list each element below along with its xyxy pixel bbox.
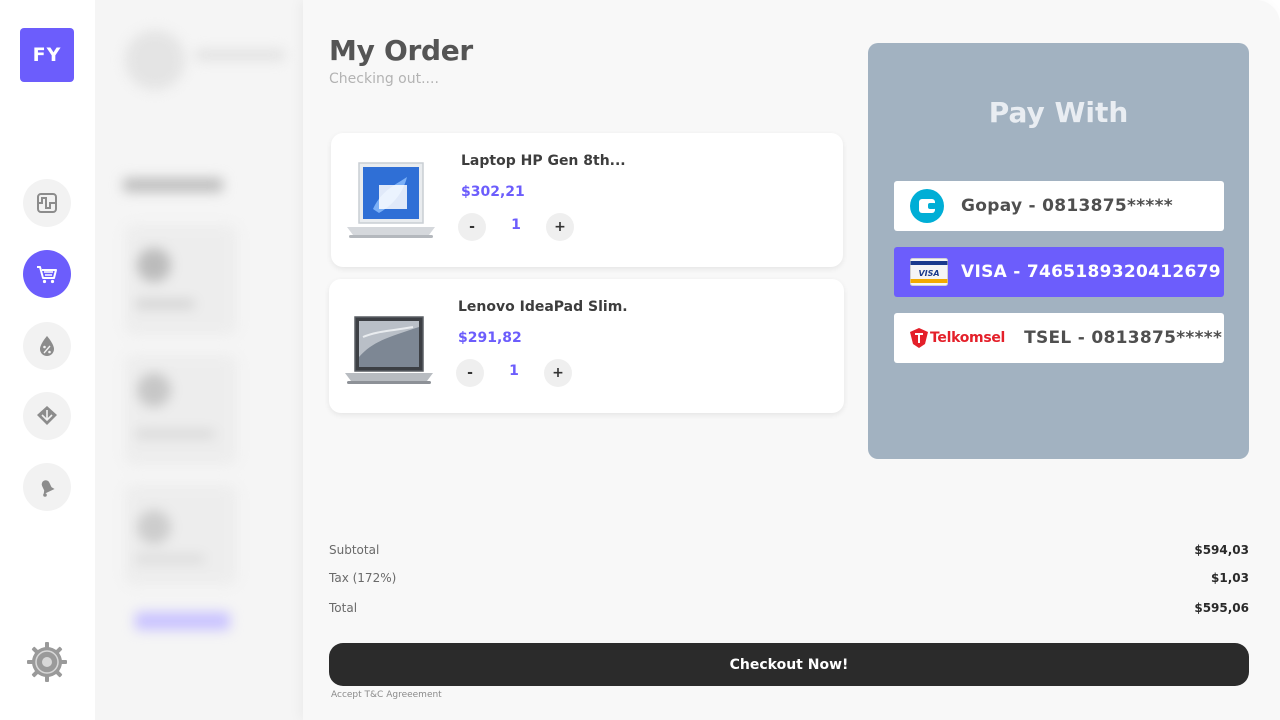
telkomsel-mark-icon [910, 328, 928, 348]
tax-label: Tax (172%) [329, 571, 397, 585]
blurred-category-icon [137, 373, 171, 407]
tax-row: Tax (172%) $1,03 [329, 571, 1249, 585]
app-logo[interactable]: FY [20, 28, 74, 82]
total-label: Total [329, 601, 358, 615]
pay-with-title: Pay With [988, 96, 1129, 129]
wallet-icon [910, 189, 944, 223]
nav-dashboard-button[interactable] [23, 179, 71, 227]
visa-card-text: VISA [918, 269, 939, 278]
increase-quantity-button[interactable]: + [544, 359, 572, 387]
payment-option-visa[interactable]: VISA VISA - 7465189320412679 [894, 247, 1224, 297]
blurred-username [195, 50, 285, 60]
telkomsel-logo: Telkomsel [910, 328, 1005, 348]
subtotal-row: Subtotal $594,03 [329, 543, 1249, 557]
quantity-value: 1 [509, 363, 519, 379]
page-subtitle: Checking out.... [329, 71, 439, 87]
discount-drop-icon [40, 336, 54, 356]
product-price: $291,82 [458, 330, 522, 346]
nav-cart-button[interactable] [23, 250, 71, 298]
main-panel: My Order Checking out.... Laptop HP Gen … [303, 0, 1280, 720]
laptop-hp-image [347, 162, 435, 238]
total-row: Total $595,06 [329, 601, 1249, 615]
blurred-content [95, 0, 303, 720]
visa-card-icon: VISA [910, 258, 948, 286]
blurred-accent-button [135, 612, 230, 630]
terms-agreement-text[interactable]: Accept T&C Agreeement [331, 690, 442, 700]
blurred-category-card [125, 225, 237, 335]
order-item-card: Laptop HP Gen 8th... $302,21 - 1 + [331, 133, 843, 267]
page-title: My Order [329, 34, 473, 67]
payment-option-label: Gopay - 0813875***** [961, 196, 1173, 216]
blurred-avatar [125, 30, 185, 90]
settings-button[interactable] [25, 640, 69, 684]
laptop-lenovo-image [345, 316, 433, 384]
decrease-quantity-button[interactable]: - [458, 213, 486, 241]
payment-option-label: VISA - 7465189320412679 [961, 262, 1221, 282]
blurred-category-panel [95, 0, 303, 720]
blurred-category-icon [137, 510, 171, 544]
blurred-category-label [135, 300, 195, 308]
blurred-category-label [135, 555, 205, 563]
payment-option-label: TSEL - 0813875***** [1024, 328, 1223, 348]
cart-icon [37, 266, 57, 284]
blurred-category-card [125, 355, 237, 465]
icon-rail: FY [0, 0, 95, 720]
total-value: $595,06 [1194, 601, 1249, 615]
blurred-category-label [135, 430, 215, 438]
subtotal-label: Subtotal [329, 543, 380, 557]
nav-products-button[interactable] [23, 392, 71, 440]
tax-value: $1,03 [1211, 571, 1249, 585]
blurred-heading [123, 178, 223, 192]
increase-quantity-button[interactable]: + [546, 213, 574, 241]
pulse-icon [37, 193, 57, 213]
box-icon [37, 406, 57, 425]
product-price: $302,21 [461, 184, 525, 200]
quantity-value: 1 [511, 217, 521, 233]
product-name: Lenovo IdeaPad Slim. [458, 299, 628, 315]
nav-notifications-button[interactable] [23, 463, 71, 511]
telkomsel-brand-text: Telkomsel [930, 330, 1006, 346]
gear-icon [27, 642, 67, 682]
subtotal-value: $594,03 [1194, 543, 1249, 557]
pay-with-panel: Pay With Gopay - 0813875***** VISA VISA … [868, 43, 1249, 459]
decrease-quantity-button[interactable]: - [456, 359, 484, 387]
payment-option-gopay[interactable]: Gopay - 0813875***** [894, 181, 1224, 231]
blurred-category-icon [137, 248, 171, 282]
nav-discount-button[interactable] [23, 322, 71, 370]
product-name: Laptop HP Gen 8th... [461, 153, 626, 169]
order-item-card: Lenovo IdeaPad Slim. $291,82 - 1 + [329, 279, 844, 413]
checkout-button[interactable]: Checkout Now! [329, 643, 1249, 686]
bell-icon [41, 480, 55, 497]
payment-option-telkomsel[interactable]: Telkomsel TSEL - 0813875***** [894, 313, 1224, 363]
